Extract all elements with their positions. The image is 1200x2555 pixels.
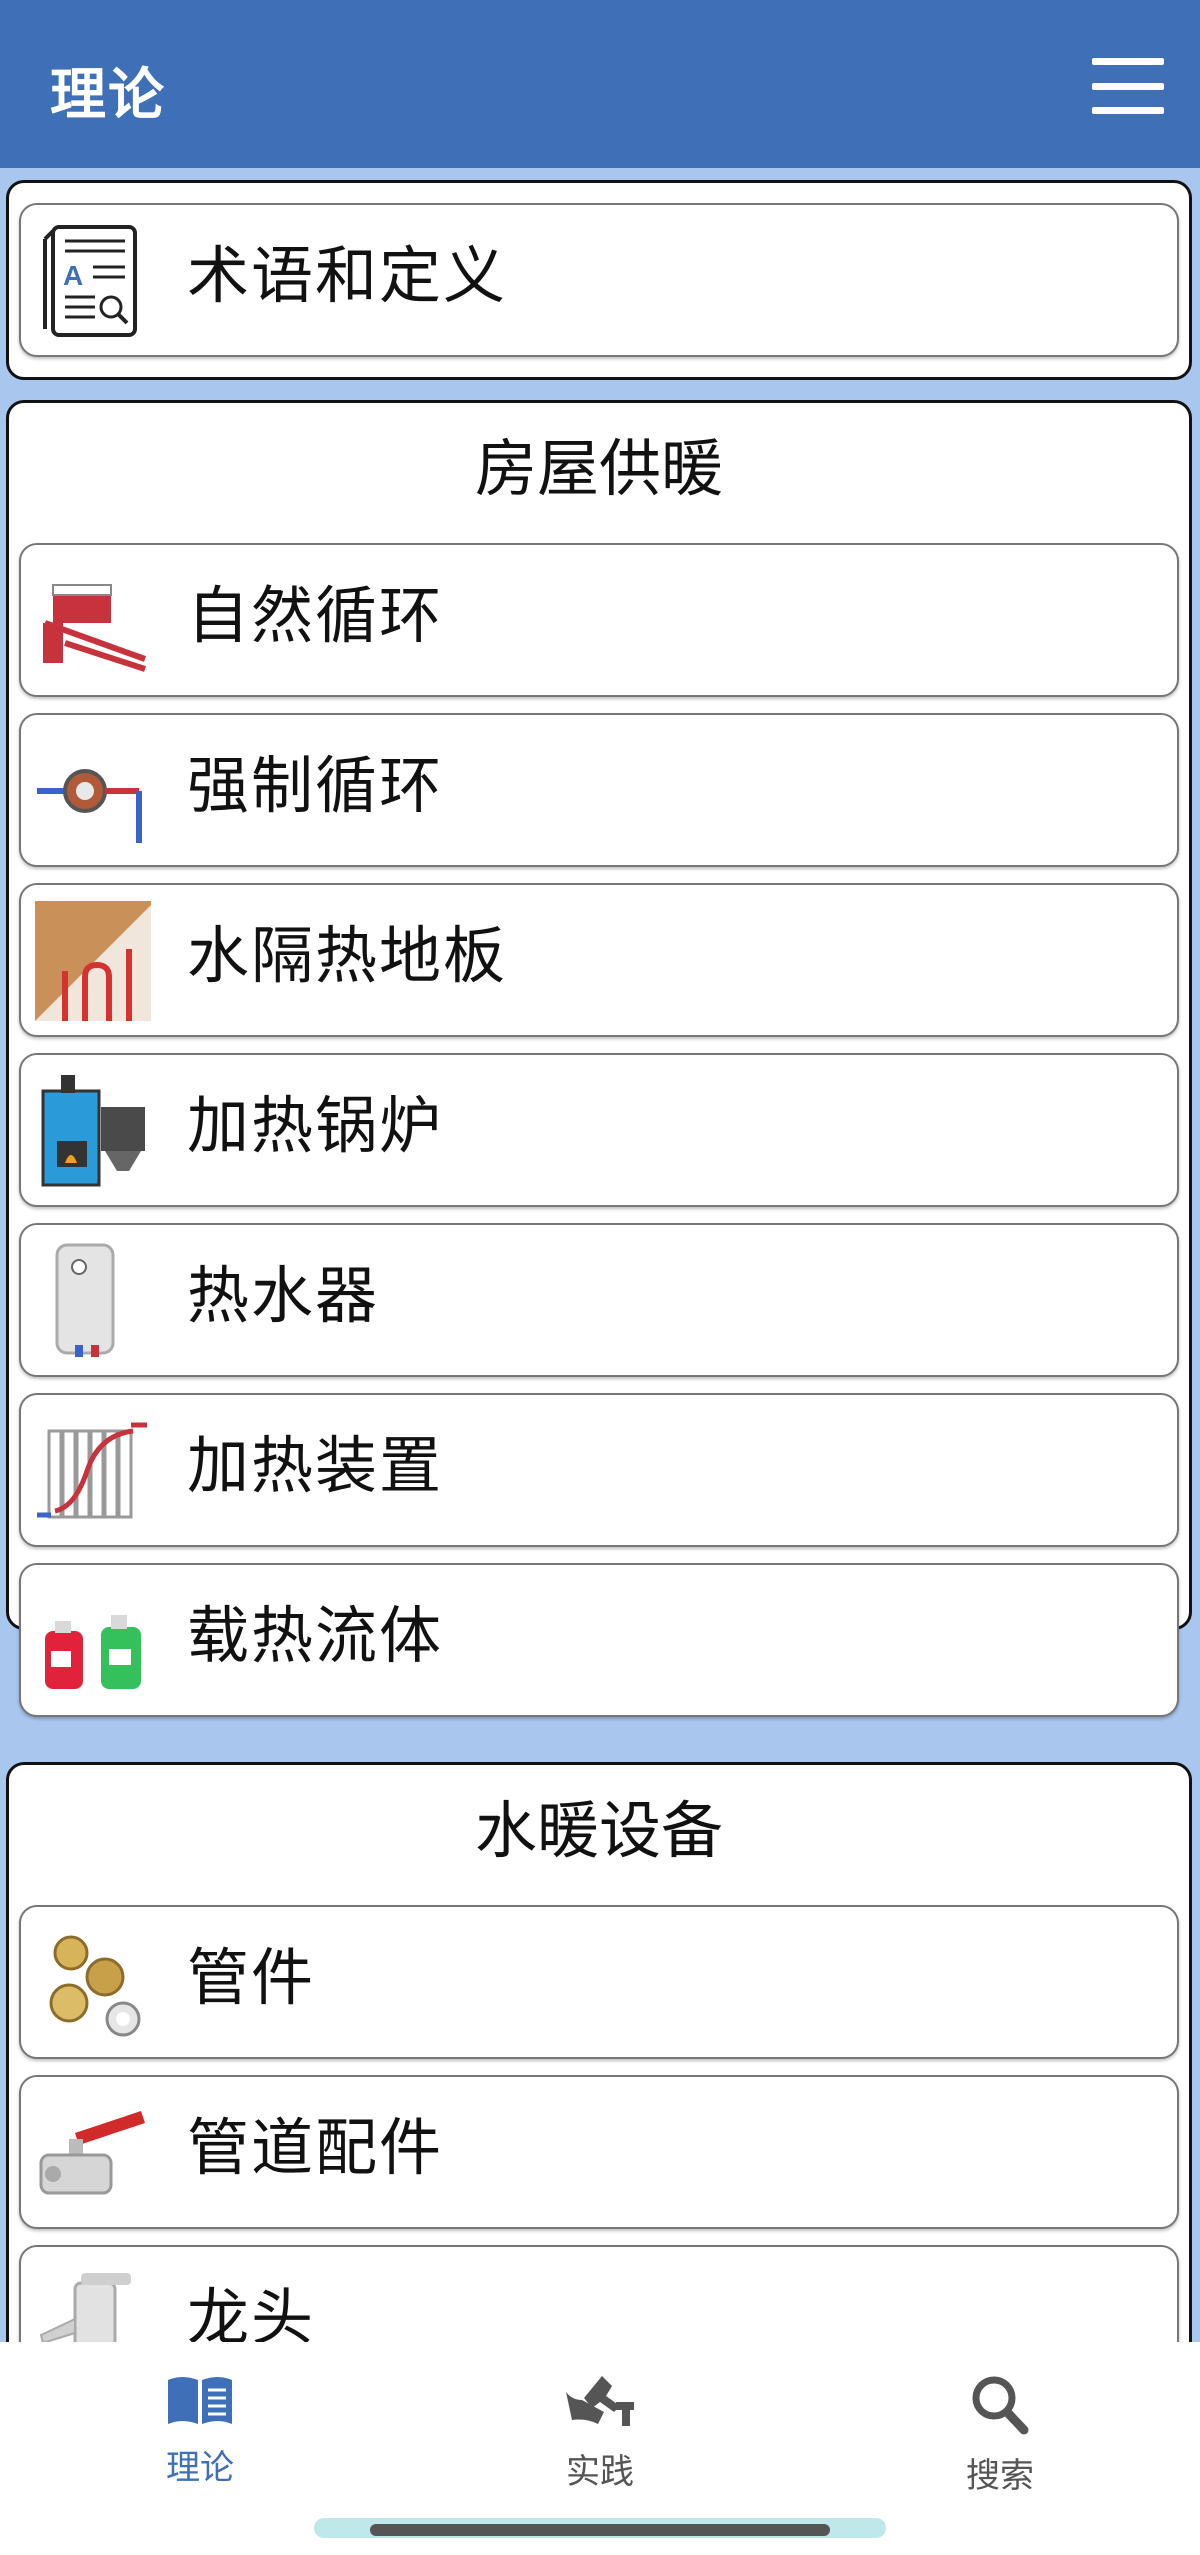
- tab-practice[interactable]: 实践: [510, 2372, 690, 2492]
- content-scroll[interactable]: A 术语和定义 房屋供暖 自然循环 强制循环 水隔热地板 加热锅炉 热水器 加热…: [0, 168, 1200, 2342]
- app-bar: 理论: [0, 0, 1200, 168]
- list-item-faucet[interactable]: 龙头: [19, 2245, 1179, 2342]
- tab-theory[interactable]: 理论: [110, 2372, 290, 2492]
- list-item-heat-carrier[interactable]: 载热流体: [19, 1563, 1179, 1717]
- glossary-book-icon: A: [43, 225, 137, 337]
- item-label: 热水器: [187, 1259, 380, 1332]
- list-item-fittings[interactable]: 管件: [19, 1905, 1179, 2059]
- item-label: 管道配件: [187, 2111, 444, 2184]
- glossary-item[interactable]: A 术语和定义: [19, 203, 1179, 357]
- page-title: 理论: [50, 63, 166, 128]
- svg-text:A: A: [63, 260, 83, 291]
- item-label: 自然循环: [187, 579, 444, 652]
- section-heading: 水暖设备: [474, 1794, 723, 1867]
- item-label: 水隔热地板: [187, 919, 508, 992]
- item-label: 强制循环: [187, 749, 444, 822]
- list-item-heating-device[interactable]: 加热装置: [19, 1393, 1179, 1547]
- list-item-water-heater[interactable]: 热水器: [19, 1223, 1179, 1377]
- ball-valve-icon: [39, 2111, 145, 2195]
- plumbing-tools-icon: [566, 2376, 634, 2426]
- item-label: 龙头: [187, 2281, 316, 2342]
- list-item-forced-circulation[interactable]: 强制循环: [19, 713, 1179, 867]
- radiator-icon: [37, 1422, 147, 1519]
- natural-circulation-icon: [43, 584, 147, 672]
- boiler-icon: [41, 1075, 145, 1187]
- list-item-pipe-fittings[interactable]: 管道配件: [19, 2075, 1179, 2229]
- list-item-underfloor-heating[interactable]: 水隔热地板: [19, 883, 1179, 1037]
- home-indicator[interactable]: [370, 2524, 830, 2536]
- faucet-icon: [39, 2273, 131, 2342]
- item-label: 加热锅炉: [187, 1089, 444, 1162]
- glossary-card: A 术语和定义: [6, 180, 1192, 380]
- list-item-natural-circulation[interactable]: 自然循环: [19, 543, 1179, 697]
- water-heater-icon: [55, 1243, 115, 1357]
- coolant-bottles-icon: [45, 1615, 141, 1689]
- underfloor-heating-icon: [35, 901, 151, 1021]
- tab-search[interactable]: 搜索: [910, 2372, 1090, 2496]
- tab-label: 理论: [166, 2448, 234, 2488]
- list-item-boiler[interactable]: 加热锅炉: [19, 1053, 1179, 1207]
- hamburger-menu-icon[interactable]: [1092, 58, 1164, 114]
- circulation-pump-icon: [37, 769, 142, 843]
- search-icon: [972, 2376, 1029, 2435]
- item-label: 载热流体: [187, 1599, 444, 1672]
- section-heading: 房屋供暖: [474, 432, 723, 505]
- pipe-fittings-icon: [49, 1935, 141, 2037]
- section-plumbing-equipment: 水暖设备 管件 管道配件 龙头: [6, 1762, 1192, 2342]
- item-label: 加热装置: [187, 1429, 444, 1502]
- tab-label: 实践: [566, 2452, 634, 2492]
- book-icon: [168, 2377, 232, 2424]
- tab-label: 搜索: [966, 2456, 1034, 2496]
- glossary-label: 术语和定义: [187, 239, 508, 312]
- item-label: 管件: [187, 1941, 316, 2014]
- section-house-heating: 房屋供暖 自然循环 强制循环 水隔热地板 加热锅炉 热水器 加热装置 载热流体: [6, 400, 1192, 1717]
